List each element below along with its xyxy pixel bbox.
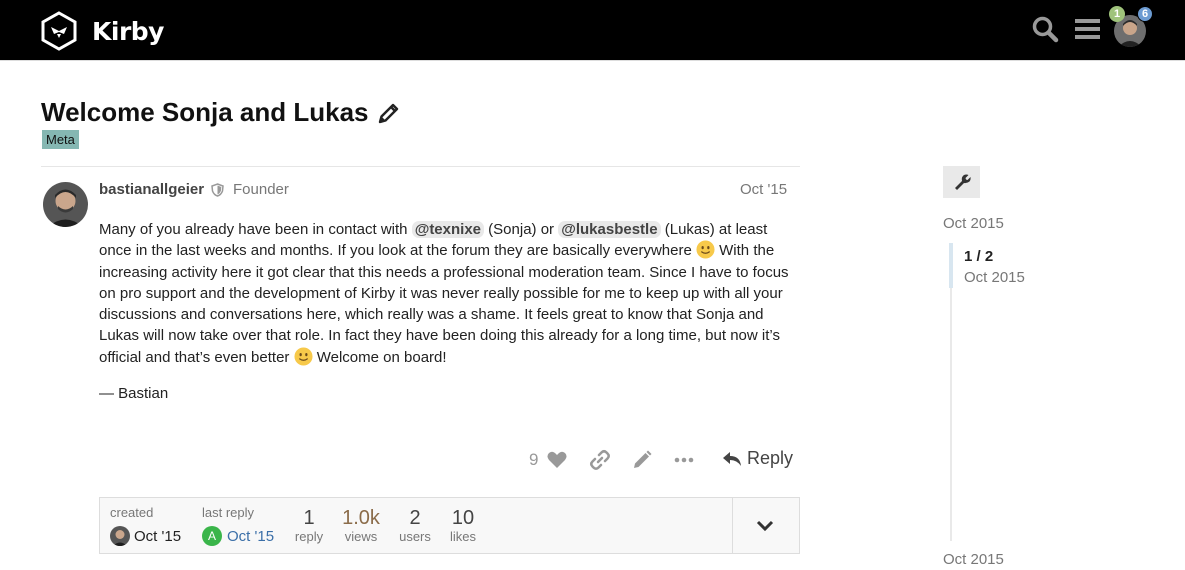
- replies-count: 1: [303, 507, 315, 529]
- timeline-end-date[interactable]: Oct 2015: [943, 551, 1004, 568]
- timeline-position: 1 / 2: [964, 248, 994, 265]
- created-label: created: [110, 505, 154, 520]
- site-header: Kirby 1 6: [0, 0, 1185, 61]
- topic-map: created Oct '15 last reply A Oct '15 1 r…: [99, 497, 800, 554]
- creator-photo-icon: [110, 526, 130, 546]
- shield-icon: [211, 183, 224, 197]
- reply-arrow-icon: [723, 451, 741, 466]
- creator-avatar: [110, 526, 130, 546]
- site-name: Kirby: [92, 16, 164, 46]
- created-date: Oct '15: [134, 527, 182, 545]
- topic-title: Welcome Sonja and Lukas: [41, 97, 401, 128]
- hamburger-menu-icon[interactable]: [1074, 15, 1102, 43]
- kirby-logo-icon: [41, 11, 77, 51]
- likes-count: 10: [451, 507, 475, 529]
- like-count[interactable]: 9: [529, 450, 538, 470]
- edit-pencil-icon[interactable]: [631, 449, 653, 471]
- post-text: Welcome on board!: [312, 348, 447, 366]
- site-logo[interactable]: Kirby: [40, 11, 164, 51]
- replies-label: reply: [294, 529, 324, 544]
- timeline-handle[interactable]: [949, 243, 953, 288]
- smiley-emoji-icon: [696, 240, 715, 259]
- divider: [732, 498, 733, 553]
- pencil-icon[interactable]: [377, 101, 401, 125]
- heart-icon[interactable]: [546, 449, 568, 471]
- divider: [41, 166, 800, 167]
- views-count: 1.0k: [342, 507, 380, 529]
- views-label: views: [344, 529, 378, 544]
- created-info[interactable]: Oct '15: [110, 526, 181, 546]
- timeline-start-date[interactable]: Oct 2015: [943, 215, 1004, 232]
- last-reply-label: last reply: [202, 505, 255, 520]
- post-text: With the increasing activity here it got…: [99, 242, 789, 366]
- post-date[interactable]: Oct '15: [740, 181, 787, 198]
- search-icon[interactable]: [1031, 15, 1059, 43]
- last-reply-avatar: A: [202, 526, 222, 546]
- users-label: users: [399, 529, 431, 544]
- user-title: Founder: [233, 181, 289, 198]
- reply-label: Reply: [747, 448, 794, 468]
- user-mention[interactable]: @lukasbestle: [558, 221, 661, 238]
- wrench-icon: [954, 174, 971, 190]
- post-text: (Sonja) or: [484, 221, 559, 238]
- last-reply-date: Oct '15: [227, 527, 275, 545]
- link-icon[interactable]: [589, 449, 611, 471]
- post-body: Many of you already have been in contact…: [99, 219, 799, 368]
- post-text: Many of you already have been in contact…: [99, 221, 412, 238]
- likes-label: likes: [449, 529, 476, 544]
- user-mention[interactable]: @texnixe: [411, 221, 485, 238]
- category-badge[interactable]: Meta: [42, 130, 79, 149]
- author-photo-icon: [43, 182, 88, 227]
- notification-badge-blue[interactable]: 6: [1137, 6, 1154, 22]
- notification-badge-green[interactable]: 1: [1109, 6, 1125, 22]
- more-options-icon[interactable]: [673, 449, 695, 471]
- post-signature: — Bastian: [99, 385, 169, 402]
- smiley-emoji-icon: [294, 347, 313, 366]
- topic-title-text[interactable]: Welcome Sonja and Lukas: [41, 97, 369, 128]
- timeline-position-date: Oct 2015: [964, 269, 1025, 286]
- reply-button[interactable]: Reply: [722, 448, 793, 469]
- post-author-avatar[interactable]: [43, 182, 88, 227]
- post-username[interactable]: bastianallgeier: [99, 181, 204, 198]
- chevron-down-icon[interactable]: [754, 515, 776, 537]
- users-count: 2: [409, 507, 421, 529]
- last-reply-info[interactable]: A Oct '15: [202, 526, 274, 546]
- admin-wrench-button[interactable]: [943, 166, 980, 198]
